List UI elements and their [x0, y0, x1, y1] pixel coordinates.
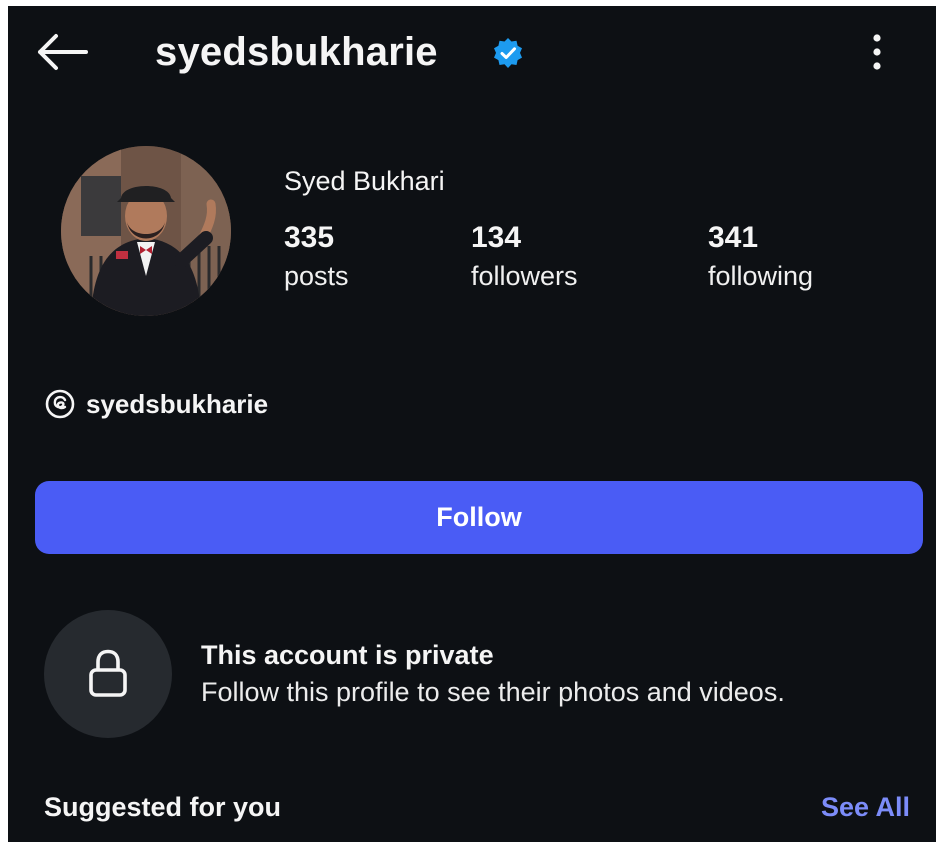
followers-stat[interactable]: 134 followers [471, 220, 578, 296]
followers-count: 134 [471, 221, 522, 254]
following-stat[interactable]: 341 following [708, 220, 813, 296]
top-bar: syedsbukharie [8, 6, 936, 102]
profile-screen: syedsbukharie Syed Bukhari 335 posts 134… [8, 6, 936, 842]
verified-badge-icon [494, 38, 522, 68]
lock-icon [89, 649, 127, 697]
suggested-heading: Suggested for you [44, 792, 282, 822]
following-count: 341 [708, 221, 759, 254]
posts-stat[interactable]: 335 posts [284, 220, 349, 296]
following-label: following [708, 261, 814, 291]
more-vertical-icon [873, 34, 881, 70]
threads-handle: syedsbukharie [86, 388, 269, 419]
private-account-subtitle: Follow this profile to see their photos … [201, 677, 785, 707]
posts-label: posts [284, 261, 349, 291]
arrow-left-icon [38, 34, 88, 70]
avatar-photo [61, 146, 231, 316]
threads-icon [45, 389, 75, 419]
threads-profile-link[interactable]: syedsbukharie [44, 386, 268, 422]
posts-count: 335 [284, 221, 335, 254]
back-button[interactable] [34, 32, 90, 72]
profile-avatar[interactable] [61, 146, 231, 316]
private-account-title: This account is private [201, 640, 494, 670]
followers-label: followers [471, 261, 578, 291]
private-lock-badge [44, 610, 172, 738]
profile-username: syedsbukharie [155, 30, 438, 74]
more-options-button[interactable] [860, 28, 894, 76]
follow-button[interactable]: Follow [35, 481, 923, 554]
profile-display-name: Syed Bukhari [284, 166, 445, 196]
see-all-link[interactable]: See All [821, 792, 910, 823]
